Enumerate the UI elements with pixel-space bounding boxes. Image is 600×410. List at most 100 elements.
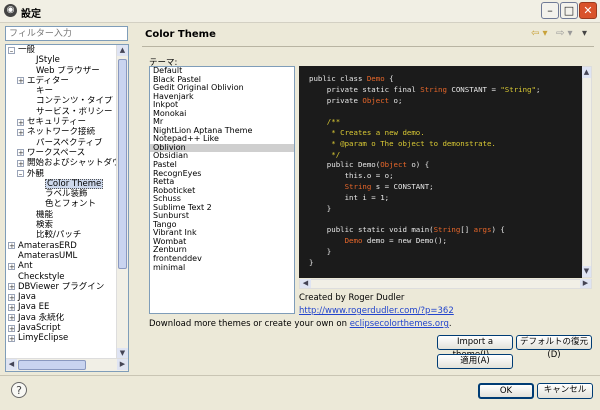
- import-theme-button[interactable]: Import a theme(I)...: [437, 335, 513, 360]
- tree-item-label: サービス・ポリシー: [36, 106, 113, 117]
- tree-item[interactable]: Color Theme: [6, 178, 118, 189]
- back-button[interactable]: ⇦ ▾: [531, 28, 548, 39]
- code-line: private Object o;: [309, 95, 403, 105]
- code-line: }: [309, 258, 313, 267]
- code-token: * Creates a new demo.: [309, 128, 425, 137]
- tree-item-label: Java 永続化: [18, 312, 65, 323]
- tree-item[interactable]: + Java EE: [6, 302, 118, 312]
- help-icon[interactable]: ?: [11, 382, 27, 398]
- tree-item[interactable]: + JavaScript: [6, 323, 118, 333]
- tree-item[interactable]: + DBViewer プラグイン: [6, 282, 118, 292]
- expand-icon[interactable]: +: [8, 324, 15, 332]
- tree-scroll-thumb[interactable]: [118, 59, 127, 269]
- tree-item[interactable]: 比較/パッチ: [6, 230, 118, 240]
- tree-item[interactable]: + Ant: [6, 261, 118, 271]
- preview-scroll-left-icon[interactable]: ◀: [300, 279, 311, 288]
- minimize-button[interactable]: –: [541, 2, 559, 19]
- expand-icon[interactable]: +: [17, 77, 24, 85]
- tree-item[interactable]: + AmaterasERD: [6, 241, 118, 251]
- tree-item-label: 開始およびシャットダウ: [27, 158, 118, 169]
- preview-horizontal-scrollbar[interactable]: ◀ ▶: [299, 279, 592, 289]
- tree-item[interactable]: – 外観: [6, 169, 118, 179]
- tree-item[interactable]: コンテンツ・タイプ: [6, 96, 118, 106]
- expand-icon[interactable]: +: [17, 128, 24, 136]
- tree-item-label: ワークスペース: [27, 147, 86, 158]
- theme-item[interactable]: Monokai: [150, 109, 294, 119]
- tree-item-label: セキュリティー: [27, 117, 86, 128]
- scroll-right-icon[interactable]: ▶: [117, 359, 128, 370]
- expand-icon[interactable]: +: [8, 314, 15, 322]
- tree-item[interactable]: 機能: [6, 210, 118, 220]
- tree-item-label: Ant: [18, 261, 33, 272]
- tree-item[interactable]: + Java: [6, 292, 118, 302]
- tree-item[interactable]: 色とフォント: [6, 199, 118, 209]
- expand-icon[interactable]: +: [8, 262, 15, 270]
- tree-items: – 一般 JStyle Web ブラウザー + エディター キー コンテンツ・タイプ サービス・…: [6, 45, 118, 359]
- scroll-left-icon[interactable]: ◀: [6, 359, 17, 370]
- code-line: Demo demo = new Demo();: [309, 236, 447, 245]
- close-button[interactable]: ✕: [579, 2, 597, 19]
- preview-scroll-down-icon[interactable]: ▼: [582, 266, 591, 277]
- preview-scroll-right-icon[interactable]: ▶: [580, 279, 591, 288]
- tree-item-label: エディター: [27, 75, 69, 86]
- tree-item[interactable]: 検索: [6, 220, 118, 230]
- expand-icon[interactable]: +: [17, 118, 24, 126]
- tree-item[interactable]: Web ブラウザー: [6, 66, 118, 76]
- code-line: /**: [309, 117, 340, 126]
- tree-item-label: Web ブラウザー: [36, 65, 100, 76]
- title-divider: [142, 46, 594, 47]
- preferences-tree[interactable]: – 一般 JStyle Web ブラウザー + エディター キー コンテンツ・タイプ サービス・…: [5, 44, 129, 372]
- tree-item[interactable]: + Java 永続化: [6, 313, 118, 323]
- expand-icon[interactable]: +: [8, 303, 15, 311]
- tree-vertical-scrollbar[interactable]: ▲ ▼: [116, 45, 128, 359]
- tree-item[interactable]: AmaterasUML: [6, 251, 118, 261]
- tree-item[interactable]: + ネットワーク接続: [6, 127, 118, 137]
- cancel-button[interactable]: キャンセル: [537, 383, 593, 399]
- collapse-icon[interactable]: –: [17, 170, 24, 178]
- preview-scroll-up-icon[interactable]: ▲: [582, 67, 591, 78]
- code-token: Object: [362, 95, 390, 105]
- expand-icon[interactable]: +: [8, 283, 15, 291]
- tree-item[interactable]: パースペクティブ: [6, 138, 118, 148]
- code-token: []: [460, 225, 474, 235]
- tree-item[interactable]: – 一般: [6, 45, 118, 55]
- themes-site-link[interactable]: eclipsecolorthemes.org: [350, 319, 449, 329]
- maximize-button[interactable]: □: [560, 2, 578, 19]
- theme-list[interactable]: Default Black Pastel Gedit Original Oblivi…: [149, 66, 295, 314]
- tree-item[interactable]: + ワークスペース: [6, 148, 118, 158]
- app-icon: ◉: [4, 4, 17, 17]
- expand-icon[interactable]: +: [17, 149, 24, 157]
- restore-defaults-button[interactable]: デフォルトの復元(D): [516, 335, 592, 360]
- collapse-icon[interactable]: –: [8, 46, 15, 54]
- code-token: public Demo(: [309, 160, 381, 170]
- tree-item[interactable]: サービス・ポリシー: [6, 107, 118, 117]
- tree-item[interactable]: Checkstyle: [6, 272, 118, 282]
- tree-horizontal-scrollbar[interactable]: ◀ ▶: [6, 358, 128, 371]
- expand-icon[interactable]: +: [8, 242, 15, 250]
- forward-button[interactable]: ⇨ ▾: [556, 28, 573, 39]
- tree-item[interactable]: JStyle: [6, 55, 118, 65]
- author-link[interactable]: http://www.rogerdudler.com/?p=362: [299, 306, 454, 316]
- tree-item[interactable]: ラベル装飾: [6, 189, 118, 199]
- expand-icon[interactable]: +: [8, 293, 15, 301]
- code-token: demo = new Demo();: [362, 236, 447, 245]
- tree-item[interactable]: + エディター: [6, 76, 118, 86]
- tree-item-label: AmaterasUML: [18, 250, 78, 261]
- tree-item[interactable]: + LimyEclipse: [6, 333, 118, 343]
- apply-button[interactable]: 適用(A): [437, 354, 513, 369]
- view-menu-button[interactable]: ▾: [582, 28, 587, 39]
- theme-item[interactable]: minimal: [150, 263, 294, 273]
- expand-icon[interactable]: +: [17, 159, 24, 167]
- tree-item[interactable]: + セキュリティー: [6, 117, 118, 127]
- code-token: }: [309, 246, 332, 256]
- expand-icon[interactable]: +: [8, 334, 15, 342]
- tree-item-label: 色とフォント: [45, 199, 97, 210]
- tree-item[interactable]: キー: [6, 86, 118, 96]
- page-title: Color Theme: [145, 29, 216, 40]
- preview-vertical-scrollbar[interactable]: ▲ ▼: [582, 66, 592, 278]
- filter-input[interactable]: [5, 26, 128, 41]
- tree-hscroll-thumb[interactable]: [18, 360, 86, 370]
- tree-item[interactable]: + 開始およびシャットダウ: [6, 158, 118, 168]
- ok-button[interactable]: OK: [478, 383, 534, 399]
- scroll-up-icon[interactable]: ▲: [117, 45, 128, 56]
